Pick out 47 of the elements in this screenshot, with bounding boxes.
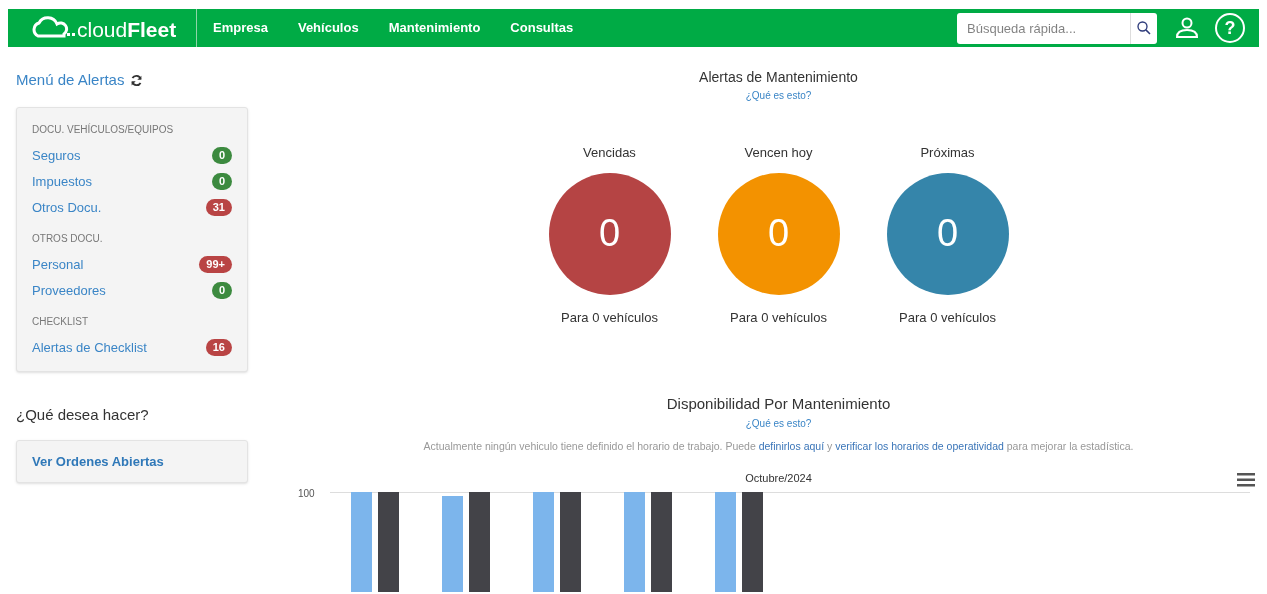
cloud-icon [30,16,76,40]
circle-caption: Para 0 vehículos [561,308,658,327]
section-title: Disponibilidad Por Mantenimiento [666,394,891,414]
alert-link[interactable]: Alertas de Checklist [32,337,147,358]
circle-caption: Para 0 vehículos [730,308,827,327]
count-badge: 0 [211,173,232,190]
help-link[interactable]: ¿Qué es esto? [745,415,812,431]
nav-link[interactable]: Empresa [213,18,268,38]
section-title: Alertas de Mantenimiento [699,68,858,87]
sidebar-title[interactable]: Menú de Alertas [16,69,125,92]
nav-link[interactable]: Mantenimiento [388,18,481,38]
alert-link[interactable]: Seguros [32,145,81,166]
help-button[interactable]: ? [1215,13,1245,43]
logo[interactable]: cloudFleet [8,16,196,40]
section-heading: OTROS DOCU. [32,231,104,246]
menu-icon[interactable] [1237,473,1255,488]
search-field[interactable]: Búsqueda rápida... [957,12,1130,44]
note-link[interactable]: definirlos aquí [758,439,825,452]
axis-label: 100 [298,486,316,501]
count-badge: 0 [211,147,232,164]
nav-link[interactable]: Consultas [510,18,574,38]
alert-link[interactable]: Otros Docu. [32,197,102,218]
action-link[interactable]: Ver Ordenes Abiertas [32,451,164,472]
count-badge: 99+ [199,256,232,273]
chart-title: Octubre/2024 [745,471,812,487]
count-badge: 16 [205,339,232,356]
actions-title: ¿Qué desea hacer? [16,404,150,425]
user-icon[interactable] [1175,16,1199,40]
count-badge: 31 [205,199,232,216]
count-badge: 0 [211,282,232,299]
section-heading: CHECKLIST [32,314,90,329]
alert-link[interactable]: Personal [32,254,84,275]
circle-label: Vencidas [583,144,636,162]
section-heading: DOCU. VEHÍCULOS/EQUIPOS [32,122,175,137]
alert-link[interactable]: Proveedores [32,280,106,301]
nav-link[interactable]: Vehículos [297,18,359,38]
search-icon [1135,19,1153,37]
circle-label: Vencen hoy [744,144,813,162]
refresh-icon[interactable] [130,73,144,87]
note-link[interactable]: verificar los horarios de operatividad [835,439,1004,452]
availability-note: Actualmente ningún vehiculo tiene definido el horario de trabajo. Puede definirlos aquí y verificar los horarios de operatividad para mejorar la estadística. [423,438,1134,454]
search-button[interactable] [1130,12,1157,44]
logo-text: cloudFleet [77,19,177,40]
circle-caption: Para 0 vehículos [899,308,996,327]
help-link[interactable]: ¿Qué es esto? [745,88,812,103]
circle-label: Próximas [920,144,975,162]
alert-link[interactable]: Impuestos [32,171,92,192]
